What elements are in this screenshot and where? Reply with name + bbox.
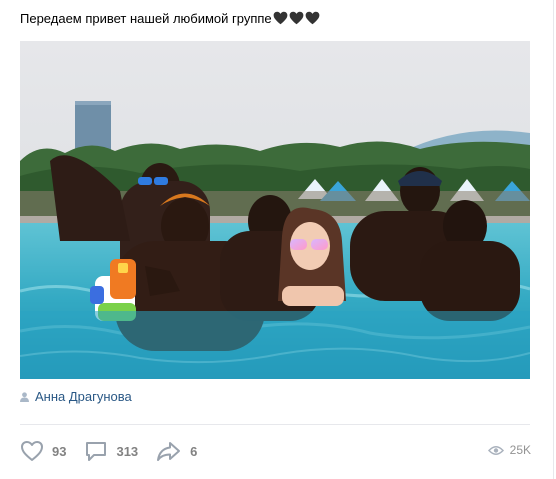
share-button[interactable]: 6 [156, 440, 197, 462]
post-caption: Передаем привет нашей любимой группе [20, 11, 272, 26]
comment-button[interactable]: 313 [84, 440, 138, 462]
views-count: 25K [509, 443, 531, 457]
post-text: Передаем привет нашей любимой группе [20, 10, 320, 27]
share-icon [156, 440, 182, 462]
black-heart-icon [273, 11, 288, 25]
emoji-hearts [273, 11, 320, 25]
like-count: 93 [52, 443, 67, 459]
person-icon [20, 391, 29, 402]
like-button[interactable]: 93 [20, 440, 66, 462]
eye-icon [487, 445, 504, 456]
comment-icon [84, 440, 108, 462]
black-heart-icon [305, 11, 320, 25]
heart-icon [20, 440, 44, 462]
author-name[interactable]: Анна Драгунова [35, 389, 132, 404]
post-photo[interactable] [20, 41, 530, 379]
comment-count: 313 [116, 443, 139, 459]
black-heart-icon [289, 11, 304, 25]
post-actions: 93 313 6 [20, 438, 215, 464]
skyscraper [75, 101, 111, 151]
share-count: 6 [190, 443, 198, 459]
views-counter: 25K [487, 443, 531, 457]
divider [20, 424, 530, 425]
post-author[interactable]: Анна Драгунова [20, 389, 132, 404]
post-right-border [553, 0, 554, 479]
